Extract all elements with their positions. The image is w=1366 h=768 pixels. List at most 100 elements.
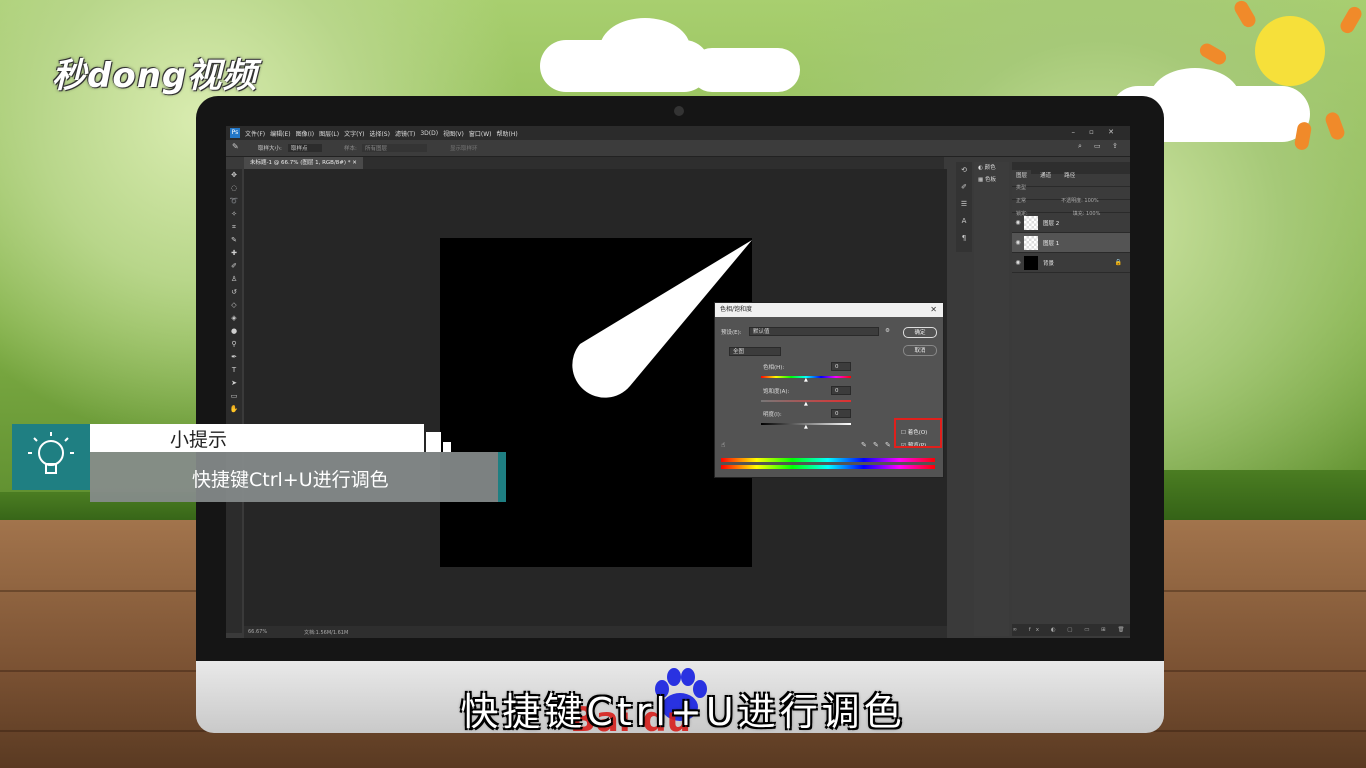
monitor-bezel: Ps 文件(F) 编辑(E) 图像(I) 图层(L) 文字(Y) 选择(S) 滤…: [196, 96, 1164, 661]
menu-item-select[interactable]: 选择(S): [369, 129, 390, 138]
stamp-tool-icon[interactable]: ♙: [226, 273, 242, 286]
layer-row[interactable]: ◉ 图层 1: [1012, 233, 1130, 253]
lightness-slider-thumb[interactable]: ▲: [804, 424, 808, 430]
tip-body-edge: [498, 452, 506, 502]
adjusted-color-bar: [721, 465, 935, 469]
layers-tabs: 图层 通道 路径: [1012, 162, 1130, 182]
history-brush-icon[interactable]: ↺: [226, 286, 242, 299]
hue-saturation-dialog: 色相/饱和度 ✕ 预设(E): 默认值 ⚙ 确定 取消 全图 色相(H): 0 …: [714, 302, 944, 478]
window-controls[interactable]: – ▫ ✕: [1071, 128, 1120, 136]
lasso-tool-icon[interactable]: ➰: [226, 195, 242, 208]
search-icon[interactable]: ⌕: [1078, 142, 1082, 151]
panel-item-color[interactable]: ◐ 颜色: [974, 162, 1009, 174]
webcam-icon: [674, 106, 684, 116]
cloud: [690, 48, 800, 92]
eyedropper-icon[interactable]: ✎: [232, 142, 239, 151]
close-icon[interactable]: ✕: [930, 303, 937, 317]
tab-paths[interactable]: 路径: [1060, 170, 1079, 182]
tab-channels[interactable]: 通道: [1036, 170, 1055, 182]
saturation-field[interactable]: 0: [831, 386, 851, 395]
eyedropper-icon[interactable]: ✎: [861, 441, 867, 449]
blur-tool-icon[interactable]: ●: [226, 325, 242, 338]
menu-item-edit[interactable]: 编辑(E): [270, 129, 290, 138]
move-tool-icon[interactable]: ✥: [226, 169, 242, 182]
screen: Ps 文件(F) 编辑(E) 图像(I) 图层(L) 文字(Y) 选择(S) 滤…: [226, 126, 1130, 638]
layer-row[interactable]: ◉ 图层 2: [1012, 213, 1130, 233]
document-canvas[interactable]: [440, 238, 752, 567]
sample-size-select[interactable]: 取样点: [288, 144, 322, 152]
menu-item-3d[interactable]: 3D(D): [420, 130, 438, 137]
lightbulb-icon: [12, 424, 90, 490]
workspace-icon[interactable]: ▭: [1094, 142, 1101, 150]
zoom-level[interactable]: 66.67%: [248, 629, 267, 635]
dodge-tool-icon[interactable]: ⚲: [226, 338, 242, 351]
panel-dock: ⟲ ✐ ☰ A ¶: [956, 162, 972, 252]
share-icon[interactable]: ⇪: [1112, 142, 1118, 150]
eye-icon[interactable]: ◉: [1012, 219, 1024, 226]
magic-wand-icon[interactable]: ✧: [226, 208, 242, 221]
show-ring-checkbox[interactable]: 显示取样环: [450, 144, 478, 152]
marquee-tool-icon[interactable]: ◌: [226, 182, 242, 195]
brand-logo: 秒dong视频: [52, 56, 258, 96]
hue-label: 色相(H):: [763, 365, 785, 371]
layer-thumbnail: [1024, 235, 1038, 250]
lightness-field[interactable]: 0: [831, 409, 851, 418]
layer-row[interactable]: ◉ 背景 🔒: [1012, 253, 1130, 273]
paragraph-icon[interactable]: ¶: [956, 230, 972, 247]
saturation-label: 饱和度(A):: [763, 389, 790, 395]
panel-item-swatches-label: 色板: [984, 177, 996, 183]
photoshop-logo-icon: Ps: [230, 128, 240, 138]
pen-tool-icon[interactable]: ✒: [226, 351, 242, 364]
eye-icon[interactable]: ◉: [1012, 239, 1024, 246]
eraser-tool-icon[interactable]: ◇: [226, 299, 242, 312]
cancel-button[interactable]: 取消: [903, 345, 937, 356]
eye-icon[interactable]: ◉: [1012, 259, 1024, 266]
character-icon[interactable]: A: [956, 213, 972, 230]
menu-item-file[interactable]: 文件(F): [245, 129, 265, 138]
layers-panel: 图层 通道 路径 类型 正常 不透明度: 100% 锁定: 填充: 100% ◉: [1012, 162, 1130, 636]
menu-item-layer[interactable]: 图层(L): [319, 129, 339, 138]
preset-select[interactable]: 默认值: [749, 327, 879, 336]
history-icon[interactable]: ⟲: [956, 162, 972, 179]
hue-field[interactable]: 0: [831, 362, 851, 371]
saturation-slider-thumb[interactable]: ▲: [804, 401, 808, 407]
crop-tool-icon[interactable]: ⌗: [226, 221, 242, 234]
sample-select[interactable]: 所有图层: [362, 144, 428, 152]
brush-panel-icon[interactable]: ✐: [956, 179, 972, 196]
layers-footer-icons[interactable]: ∞ fx ◐ ▢ ▭ ⊞ 🗑: [1012, 624, 1130, 636]
shape-tool-icon[interactable]: ▭: [226, 390, 242, 403]
menu-item-filter[interactable]: 滤镜(T): [395, 129, 415, 138]
eyedropper-minus-icon[interactable]: ✎: [885, 441, 891, 449]
doc-size: 文档:1.56M/1.61M: [304, 630, 349, 636]
hand-adjust-icon[interactable]: ☝: [721, 441, 725, 449]
path-select-icon[interactable]: ➤: [226, 377, 242, 390]
menu-item-view[interactable]: 视图(V): [443, 129, 464, 138]
panel-item-swatches[interactable]: ▦ 色板: [974, 174, 1009, 186]
brush-stroke-shape: [572, 240, 752, 398]
menu-item-help[interactable]: 帮助(H): [497, 129, 518, 138]
eyedropper-plus-icon[interactable]: ✎: [873, 441, 879, 449]
healing-tool-icon[interactable]: ✚: [226, 247, 242, 260]
menu-item-type[interactable]: 文字(Y): [344, 129, 364, 138]
lightness-label: 明度(I):: [763, 412, 782, 418]
preset-options-icon[interactable]: ⚙: [885, 328, 890, 334]
type-tool-icon[interactable]: T: [226, 364, 242, 377]
color-panel: ◐ 颜色 ▦ 色板: [974, 162, 1009, 636]
brush-tool-icon[interactable]: ✐: [226, 260, 242, 273]
hue-slider-thumb[interactable]: ▲: [804, 377, 808, 383]
hand-tool-icon[interactable]: ✋: [226, 403, 242, 416]
ok-button[interactable]: 确定: [903, 327, 937, 338]
fill-field[interactable]: 填充: 100%: [1073, 211, 1101, 217]
paint-bucket-icon[interactable]: ◈: [226, 312, 242, 325]
menu-item-window[interactable]: 窗口(W): [469, 129, 492, 138]
channel-select[interactable]: 全图: [729, 347, 781, 356]
layer-name: 图层 2: [1043, 220, 1060, 227]
eyedropper-tool-icon[interactable]: ✎: [226, 234, 242, 247]
document-tab[interactable]: 未标题-1 @ 66.7% (图层 1, RGB/8#) * ✕: [244, 157, 363, 169]
tip-decoration: [443, 442, 451, 452]
blend-row: 正常 不透明度: 100%: [1012, 187, 1130, 204]
adjust-icon[interactable]: ☰: [956, 196, 972, 213]
dialog-title: 色相/饱和度: [720, 306, 753, 313]
document-tab-label: 未标题-1 @ 66.7% (图层 1, RGB/8#) *: [250, 160, 351, 166]
menu-item-image[interactable]: 图像(I): [296, 129, 314, 138]
